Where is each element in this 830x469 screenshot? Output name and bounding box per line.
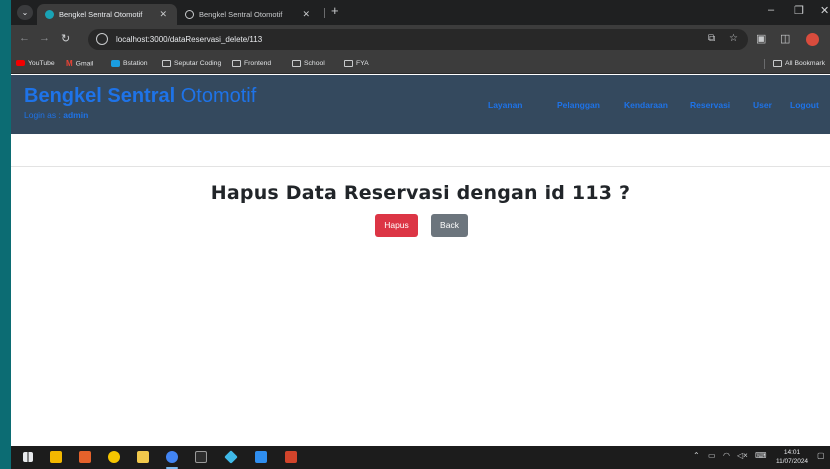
- delete-button[interactable]: Hapus: [375, 214, 418, 237]
- browser-window: ⌄ Bengkel Sentral Otomotif ✕ Bengkel Sen…: [11, 0, 830, 446]
- bookmarks-separator: [764, 59, 765, 69]
- bookmark-label: Frontend: [244, 60, 272, 67]
- bookmark-gmail[interactable]: M Gmail: [66, 54, 93, 73]
- nav-logout[interactable]: Logout: [790, 100, 819, 110]
- folder-icon: [773, 59, 782, 67]
- nav-kendaraan[interactable]: Kendaraan: [624, 100, 668, 110]
- vscode-icon[interactable]: [255, 451, 267, 463]
- site-favicon-icon: [45, 10, 54, 19]
- bookmark-seputar-coding[interactable]: Seputar Coding: [162, 54, 221, 73]
- site-brand[interactable]: Bengkel Sentral Otomotif: [24, 84, 256, 108]
- all-bookmarks-label: All Bookmark: [785, 60, 826, 67]
- chrome-canary-icon[interactable]: [108, 451, 120, 463]
- tray-overflow-icon[interactable]: ⌃: [693, 451, 700, 460]
- site-navbar: Bengkel Sentral Otomotif Login as : admi…: [11, 75, 830, 134]
- bookmark-star-icon[interactable]: ☆: [729, 33, 738, 44]
- bookmark-fya[interactable]: FYA: [344, 54, 369, 73]
- volume-icon[interactable]: ◁×: [737, 451, 748, 460]
- terminal-icon[interactable]: [195, 451, 207, 463]
- globe-icon: [185, 10, 194, 19]
- gmail-icon: M: [66, 59, 73, 68]
- forward-arrow-icon[interactable]: →: [39, 32, 50, 44]
- maximize-icon[interactable]: ❐: [794, 4, 804, 17]
- bookmark-frontend[interactable]: Frontend: [232, 54, 271, 73]
- nav-reservasi[interactable]: Reservasi: [690, 100, 730, 110]
- close-window-icon[interactable]: ✕: [820, 4, 829, 17]
- tab-close-icon[interactable]: ✕: [302, 4, 310, 25]
- wifi-icon[interactable]: ◠: [723, 451, 730, 460]
- nav-user[interactable]: User: [753, 100, 772, 110]
- chrome-icon[interactable]: [166, 451, 178, 463]
- new-tab-icon[interactable]: +: [331, 3, 339, 18]
- bookmark-school[interactable]: School: [292, 54, 325, 73]
- app-icon[interactable]: [79, 451, 91, 463]
- brand-bold: Bengkel Sentral: [24, 85, 176, 107]
- bookmark-label: Gmail: [75, 60, 94, 68]
- tab-search-icon[interactable]: ⌄: [17, 5, 33, 20]
- bookmarks-bar: YouTube M Gmail Bstation Seputar Coding F…: [11, 54, 830, 74]
- battery-icon[interactable]: ▭: [708, 451, 716, 460]
- widgets-icon[interactable]: [50, 451, 62, 463]
- bookmark-bstation[interactable]: Bstation: [111, 54, 148, 73]
- side-panel-icon[interactable]: ◫: [780, 32, 790, 45]
- nav-layanan[interactable]: Layanan: [488, 100, 523, 110]
- windows-taskbar: ⌃ ▭ ◠ ◁× ⌨ 14:01 11/07/2024 ▢: [11, 446, 830, 469]
- browser-toolbar: ← → ↻ localhost:3000/dataReservasi_delet…: [11, 25, 830, 54]
- dev-tool-icon[interactable]: [224, 450, 238, 464]
- login-status: Login as : admin: [24, 110, 88, 120]
- login-user: admin: [63, 110, 89, 120]
- youtube-icon: [16, 60, 25, 67]
- profile-avatar-icon[interactable]: [806, 33, 819, 46]
- tab-inactive[interactable]: Bengkel Sentral Otomotif ✕: [177, 4, 320, 25]
- bookmark-label: Bstation: [123, 60, 148, 67]
- cast-icon[interactable]: ⧉: [708, 33, 715, 44]
- address-bar[interactable]: localhost:3000/dataReservasi_delete/113 …: [88, 29, 748, 50]
- folder-icon: [232, 59, 241, 67]
- bstation-icon: [111, 59, 120, 67]
- clock-time: 14:01: [783, 449, 801, 456]
- keyboard-icon[interactable]: ⌨: [755, 451, 767, 460]
- extension-icon[interactable]: ▣: [756, 32, 766, 45]
- tab-title: Bengkel Sentral Otomotif: [199, 10, 283, 19]
- nav-pelanggan[interactable]: Pelanggan: [557, 100, 600, 110]
- tab-title: Bengkel Sentral Otomotif: [59, 10, 143, 19]
- address-text[interactable]: localhost:3000/dataReservasi_delete/113: [116, 29, 262, 50]
- bookmark-label: FYA: [356, 60, 369, 67]
- minimize-icon[interactable]: –: [768, 4, 774, 16]
- powerpoint-icon[interactable]: [285, 451, 297, 463]
- content-divider: [11, 166, 830, 167]
- tab-close-icon[interactable]: ✕: [159, 4, 167, 25]
- bookmark-label: Seputar Coding: [174, 60, 222, 67]
- file-explorer-icon[interactable]: [137, 451, 149, 463]
- clock-date: 11/07/2024: [776, 458, 809, 465]
- system-clock[interactable]: 14:01 11/07/2024: [776, 448, 808, 466]
- page-title: Hapus Data Reservasi dengan id 113 ?: [210, 182, 631, 204]
- all-bookmarks[interactable]: All Bookmark: [773, 54, 825, 73]
- bookmark-label: School: [304, 60, 325, 67]
- notification-icon[interactable]: ▢: [817, 451, 825, 460]
- bookmark-youtube[interactable]: YouTube: [16, 54, 55, 73]
- tab-active[interactable]: Bengkel Sentral Otomotif ✕: [37, 4, 177, 25]
- login-prefix: Login as :: [24, 110, 61, 120]
- bookmark-label: YouTube: [28, 60, 55, 67]
- folder-icon: [292, 59, 301, 67]
- back-arrow-icon[interactable]: ←: [19, 32, 30, 44]
- tab-strip: ⌄ Bengkel Sentral Otomotif ✕ Bengkel Sen…: [11, 0, 830, 25]
- reload-icon[interactable]: ↻: [61, 32, 70, 45]
- back-button[interactable]: Back: [431, 214, 468, 237]
- site-info-icon[interactable]: [96, 33, 108, 45]
- folder-icon: [344, 59, 353, 67]
- brand-light: Otomotif: [180, 85, 257, 107]
- windows-start-icon[interactable]: [23, 452, 33, 462]
- folder-icon: [162, 59, 171, 67]
- tab-separator: [324, 8, 325, 18]
